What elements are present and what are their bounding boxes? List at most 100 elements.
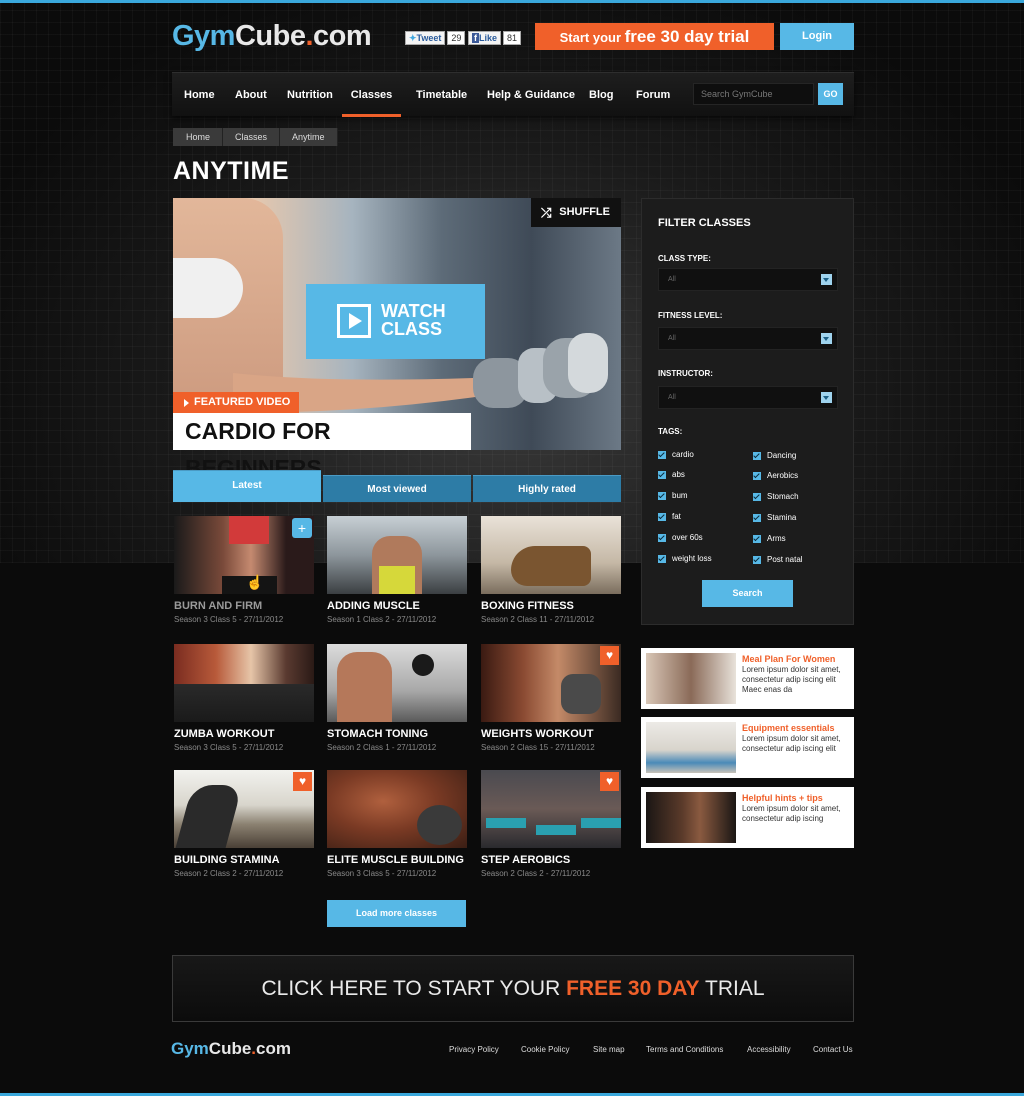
class-thumbnail[interactable] — [327, 516, 467, 594]
like-button[interactable]: f Like — [468, 31, 502, 45]
tag-checkbox[interactable]: Post natal — [753, 555, 803, 564]
promo-title[interactable]: Meal Plan For Women — [742, 654, 835, 664]
tag-checkbox[interactable]: Stamina — [753, 513, 796, 522]
promo-title[interactable]: Helpful hints + tips — [742, 793, 823, 803]
tag-checkbox[interactable]: abs — [658, 470, 685, 479]
heart-icon[interactable]: ♥ — [600, 646, 619, 665]
tag-checkbox[interactable]: fat — [658, 512, 681, 521]
class-card[interactable]: ♥ WEIGHTS WORKOUT Season 2 Class 15 - 27… — [481, 644, 621, 752]
footer-link-accessibility[interactable]: Accessibility — [747, 1045, 791, 1054]
class-title[interactable]: STOMACH TONING — [327, 728, 467, 740]
search-input[interactable]: Search GymCube — [693, 83, 814, 105]
nav-about[interactable]: About — [235, 73, 267, 117]
class-type-select[interactable]: All — [658, 268, 838, 291]
class-thumbnail[interactable]: ♥ — [481, 644, 621, 722]
checkbox-icon[interactable] — [753, 555, 761, 564]
nav-home[interactable]: Home — [184, 73, 215, 117]
logo[interactable]: GymCube.com — [172, 20, 372, 53]
class-title[interactable]: ADDING MUSCLE — [327, 600, 467, 612]
tag-checkbox[interactable]: cardio — [658, 450, 694, 459]
nav-forum[interactable]: Forum — [636, 73, 670, 117]
shuffle-button[interactable]: ⤮ SHUFFLE — [531, 198, 621, 227]
tag-checkbox[interactable]: bum — [658, 491, 688, 500]
promo-card[interactable]: Meal Plan For Women Lorem ipsum dolor si… — [641, 648, 854, 709]
checkbox-icon[interactable] — [753, 471, 761, 480]
checkbox-icon[interactable] — [658, 554, 666, 563]
class-thumbnail[interactable] — [327, 644, 467, 722]
class-card[interactable]: BOXING FITNESS Season 2 Class 11 - 27/11… — [481, 516, 621, 624]
breadcrumb-classes[interactable]: Classes — [223, 128, 281, 146]
tweet-button[interactable]: ✦Tweet — [405, 31, 446, 45]
watch-class-button[interactable]: WATCH CLASS — [306, 284, 485, 359]
nav-timetable[interactable]: Timetable — [416, 73, 467, 117]
checkbox-icon[interactable] — [753, 451, 761, 460]
class-title[interactable]: STEP AEROBICS — [481, 854, 621, 866]
class-card[interactable]: ♥ STEP AEROBICS Season 2 Class 2 - 27/11… — [481, 770, 621, 878]
tag-checkbox[interactable]: Arms — [753, 534, 786, 543]
promo-title[interactable]: Equipment essentials — [742, 723, 835, 733]
checkbox-icon[interactable] — [658, 512, 666, 521]
free-trial-banner[interactable]: CLICK HERE TO START YOUR FREE 30 DAY TRI… — [172, 955, 854, 1022]
class-title[interactable]: BOXING FITNESS — [481, 600, 621, 612]
promo-image[interactable] — [646, 653, 736, 704]
login-button[interactable]: Login — [780, 23, 854, 50]
footer-link-contact[interactable]: Contact Us — [813, 1045, 853, 1054]
class-card[interactable]: ELITE MUSCLE BUILDING Season 3 Class 5 -… — [327, 770, 467, 878]
heart-icon[interactable]: ♥ — [293, 772, 312, 791]
checkbox-icon[interactable] — [753, 492, 761, 501]
class-thumbnail[interactable] — [481, 516, 621, 594]
promo-card[interactable]: Helpful hints + tips Lorem ipsum dolor s… — [641, 787, 854, 848]
breadcrumb-home[interactable]: Home — [173, 128, 224, 146]
class-thumbnail[interactable]: + ☝ — [174, 516, 314, 594]
class-thumbnail[interactable] — [174, 644, 314, 722]
tab-most-viewed[interactable]: Most viewed — [323, 475, 471, 502]
class-title[interactable]: BUILDING STAMINA — [174, 854, 314, 866]
footer-link-sitemap[interactable]: Site map — [593, 1045, 625, 1054]
checkbox-icon[interactable] — [658, 470, 666, 479]
promo-image[interactable] — [646, 792, 736, 843]
promo-card[interactable]: Equipment essentials Lorem ipsum dolor s… — [641, 717, 854, 778]
tweet-widget[interactable]: ✦Tweet 29 — [405, 31, 466, 45]
class-thumbnail[interactable] — [327, 770, 467, 848]
nav-classes[interactable]: Classes — [342, 73, 401, 117]
nav-nutrition[interactable]: Nutrition — [287, 73, 333, 117]
free-trial-button[interactable]: Start your free 30 day trial — [535, 23, 774, 50]
class-card[interactable]: ADDING MUSCLE Season 1 Class 2 - 27/11/2… — [327, 516, 467, 624]
nav-blog[interactable]: Blog — [589, 73, 613, 117]
class-thumbnail[interactable]: ♥ — [174, 770, 314, 848]
tag-checkbox[interactable]: Aerobics — [753, 471, 798, 480]
footer-link-privacy[interactable]: Privacy Policy — [449, 1045, 499, 1054]
heart-icon[interactable]: ♥ — [600, 772, 619, 791]
class-title[interactable]: WEIGHTS WORKOUT — [481, 728, 621, 740]
add-to-favourites-icon[interactable]: + — [292, 518, 312, 538]
like-widget[interactable]: f Like 81 — [468, 31, 522, 45]
checkbox-icon[interactable] — [753, 513, 761, 522]
class-title[interactable]: ZUMBA WORKOUT — [174, 728, 314, 740]
tab-highly-rated[interactable]: Highly rated — [473, 475, 621, 502]
tag-checkbox[interactable]: weight loss — [658, 554, 712, 563]
checkbox-icon[interactable] — [658, 450, 666, 459]
tag-checkbox[interactable]: Stomach — [753, 492, 799, 501]
class-thumbnail[interactable]: ♥ — [481, 770, 621, 848]
class-title[interactable]: ELITE MUSCLE BUILDING — [327, 854, 467, 866]
fitness-level-select[interactable]: All — [658, 327, 838, 350]
class-card[interactable]: ZUMBA WORKOUT Season 3 Class 5 - 27/11/2… — [174, 644, 314, 752]
footer-logo[interactable]: GymCube.com — [171, 1039, 291, 1059]
checkbox-icon[interactable] — [658, 533, 666, 542]
load-more-button[interactable]: Load more classes — [327, 900, 466, 927]
tag-checkbox[interactable]: over 60s — [658, 533, 703, 542]
checkbox-icon[interactable] — [753, 534, 761, 543]
nav-help-guidance[interactable]: Help & Guidance — [487, 73, 575, 117]
featured-video-title[interactable]: CARDIO FOR BEGINNERS — [173, 413, 471, 481]
footer-link-cookie[interactable]: Cookie Policy — [521, 1045, 569, 1054]
class-card[interactable]: + ☝ BURN AND FIRM Season 3 Class 5 - 27/… — [174, 516, 314, 624]
filter-search-button[interactable]: Search — [702, 580, 793, 607]
promo-image[interactable] — [646, 722, 736, 773]
class-card[interactable]: STOMACH TONING Season 2 Class 1 - 27/11/… — [327, 644, 467, 752]
tab-latest[interactable]: Latest — [173, 470, 321, 502]
search-go-button[interactable]: GO — [818, 83, 843, 105]
class-title[interactable]: BURN AND FIRM — [174, 600, 314, 612]
footer-link-terms[interactable]: Terms and Conditions — [646, 1045, 723, 1054]
checkbox-icon[interactable] — [658, 491, 666, 500]
tag-checkbox[interactable]: Dancing — [753, 451, 796, 460]
